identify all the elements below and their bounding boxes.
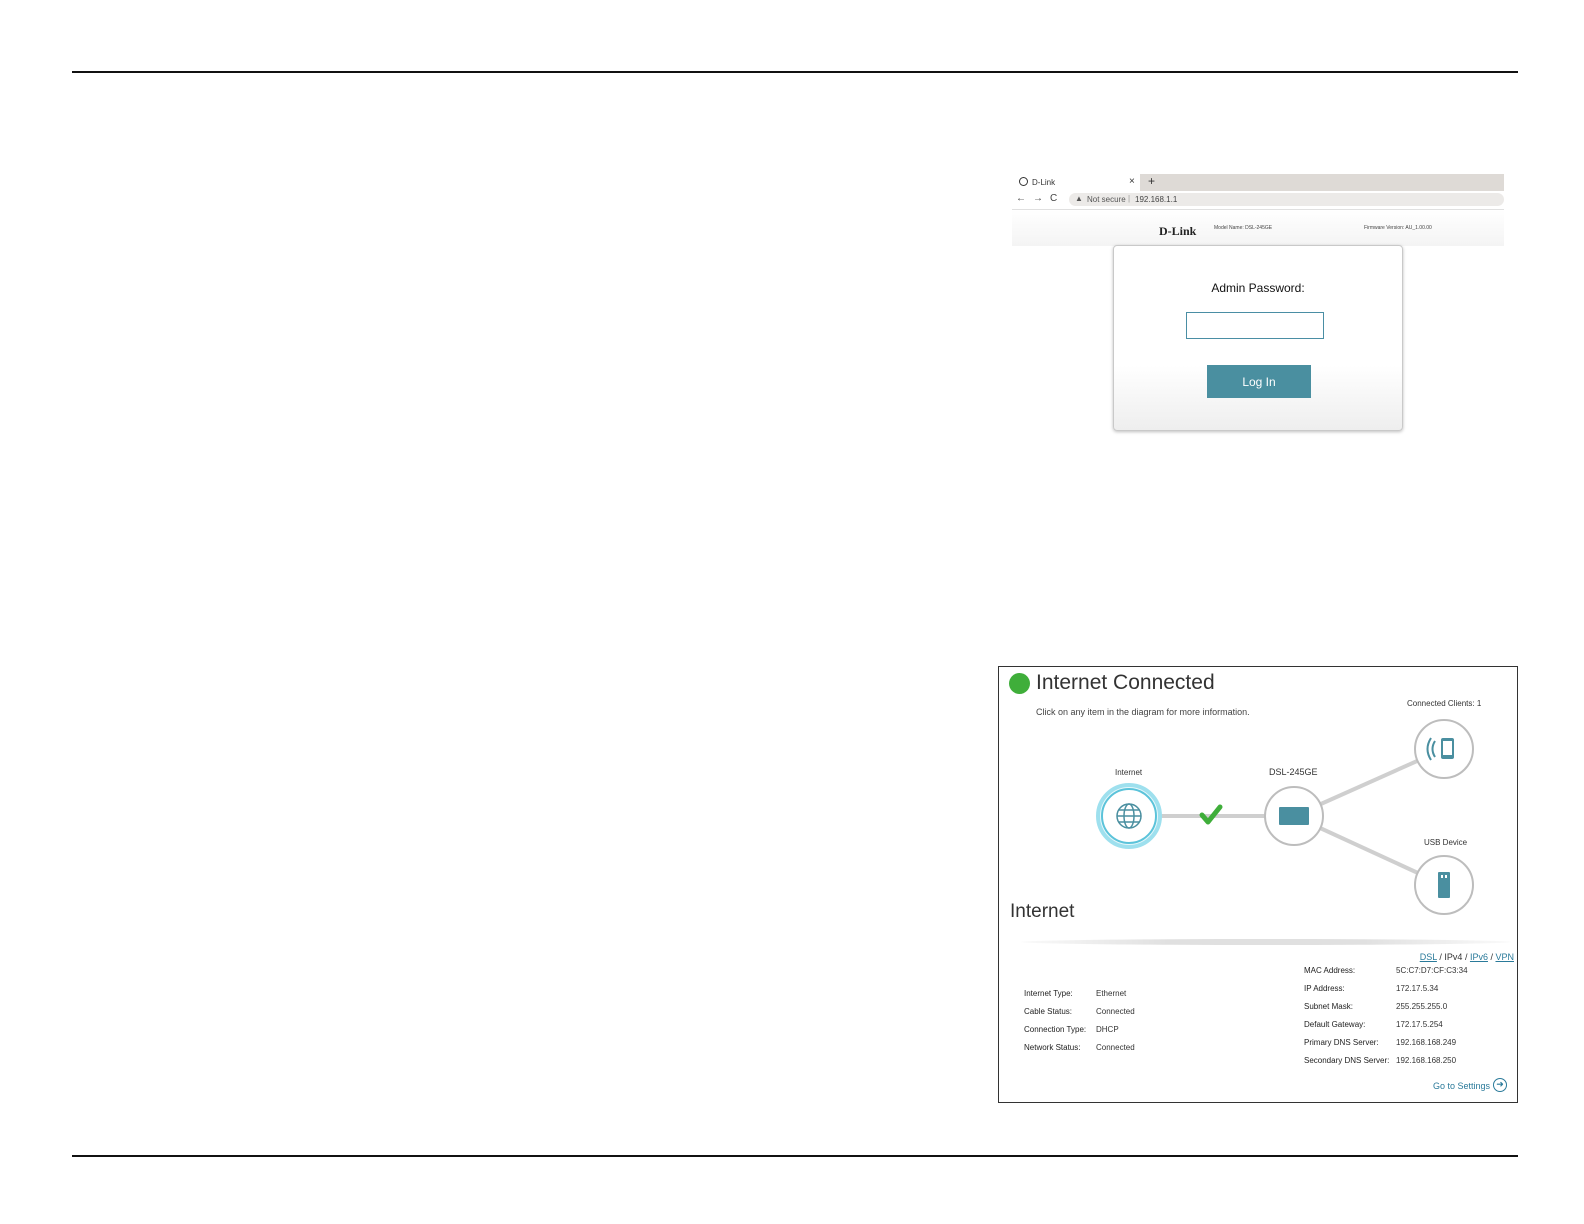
model-name: Model Name: DSL-245GE: [1214, 225, 1273, 231]
section-title: Internet: [1010, 901, 1075, 922]
top-rule: [72, 71, 1518, 73]
dlink-logo: D-Link: [1159, 224, 1197, 238]
info-key: Internet Type:: [1024, 989, 1073, 998]
globe-icon: [1019, 177, 1028, 186]
info-value: Connected: [1096, 1043, 1135, 1052]
not-secure-label: Not secure: [1087, 195, 1126, 204]
info-key: Connection Type:: [1024, 1025, 1087, 1034]
info-value: Connected: [1096, 1007, 1135, 1016]
home-screenshot: Internet Connected Click on any item in …: [998, 666, 1518, 1103]
url-box[interactable]: ▲ Not secure | 192.168.1.1: [1069, 193, 1504, 206]
info-key: Cable Status:: [1024, 1007, 1073, 1016]
info-value: 192.168.168.249: [1396, 1038, 1457, 1047]
connection-tab-dsl[interactable]: DSL: [1420, 952, 1437, 962]
usb-device-node[interactable]: [1414, 855, 1474, 915]
info-key: MAC Address:: [1304, 966, 1356, 975]
section-divider: [1021, 939, 1511, 945]
login-button[interactable]: Log In: [1207, 365, 1311, 398]
info-value: Ethernet: [1096, 989, 1127, 998]
go-to-settings-link[interactable]: Go to Settings: [1433, 1081, 1490, 1091]
connected-clients-label: Connected Clients: 1: [1407, 699, 1482, 708]
connected-clients-count: 1: [1476, 699, 1482, 708]
forward-arrow-icon[interactable]: →: [1033, 193, 1043, 204]
info-value: 192.168.168.250: [1396, 1056, 1457, 1065]
browser-tab[interactable]: D-Link ×: [1012, 174, 1140, 191]
arrow-right-icon[interactable]: ➜: [1493, 1078, 1507, 1092]
warning-icon: ▲: [1075, 194, 1083, 203]
internet-node[interactable]: [1096, 783, 1162, 849]
info-value: DHCP: [1096, 1025, 1119, 1034]
reload-icon[interactable]: C: [1050, 193, 1057, 204]
bottom-rule: [72, 1155, 1518, 1157]
firmware-version: Firmware Version: AU_1.00.00: [1364, 225, 1432, 231]
info-key: Default Gateway:: [1304, 1020, 1366, 1029]
url-text: 192.168.1.1: [1135, 195, 1178, 204]
connection-type-tabs: DSL / IPv4 / IPv6 / VPN: [1420, 952, 1514, 962]
admin-password-label: Admin Password:: [1211, 281, 1305, 295]
info-key: Secondary DNS Server:: [1304, 1056, 1390, 1065]
tab-title: D-Link: [1032, 178, 1056, 187]
info-key: IP Address:: [1304, 984, 1345, 993]
router-header: D-Link Model Name: DSL-245GE Firmware Ve…: [1012, 210, 1504, 246]
new-tab-icon[interactable]: +: [1148, 174, 1155, 188]
login-card: Admin Password: Log In: [1113, 245, 1403, 431]
address-bar: ← → C ▲ Not secure | 192.168.1.1: [1012, 191, 1504, 210]
url-separator: |: [1128, 194, 1131, 203]
usb-icon: [1438, 872, 1450, 898]
connected-clients-node[interactable]: [1414, 719, 1474, 779]
tab-separator: /: [1462, 952, 1470, 962]
login-screenshot: D-Link × + ← → C ▲ Not secure | 192.168.…: [1012, 174, 1504, 436]
router-icon: [1279, 807, 1309, 825]
tab-close-icon[interactable]: ×: [1129, 176, 1135, 187]
internet-node-label: Internet: [1115, 768, 1143, 777]
browser-tab-bar: D-Link × +: [1012, 174, 1504, 191]
info-value: 255.255.255.0: [1396, 1002, 1448, 1011]
info-value: 5C:C7:D7:CF:C3:34: [1396, 966, 1468, 975]
connection-tab-ipv4: IPv4: [1444, 952, 1463, 962]
info-value: 172.17.5.254: [1396, 1020, 1443, 1029]
usb-device-label: USB Device: [1424, 838, 1468, 847]
router-node[interactable]: [1264, 786, 1324, 846]
admin-password-input[interactable]: [1186, 312, 1324, 339]
router-node-label: DSL-245GE: [1269, 767, 1318, 777]
info-key: Primary DNS Server:: [1304, 1038, 1379, 1047]
info-key: Subnet Mask:: [1304, 1002, 1353, 1011]
connection-tab-vpn[interactable]: VPN: [1495, 952, 1514, 962]
info-key: Network Status:: [1024, 1043, 1081, 1052]
info-value: 172.17.5.34: [1396, 984, 1439, 993]
back-arrow-icon[interactable]: ←: [1016, 193, 1026, 204]
connection-tab-ipv6[interactable]: IPv6: [1470, 952, 1488, 962]
